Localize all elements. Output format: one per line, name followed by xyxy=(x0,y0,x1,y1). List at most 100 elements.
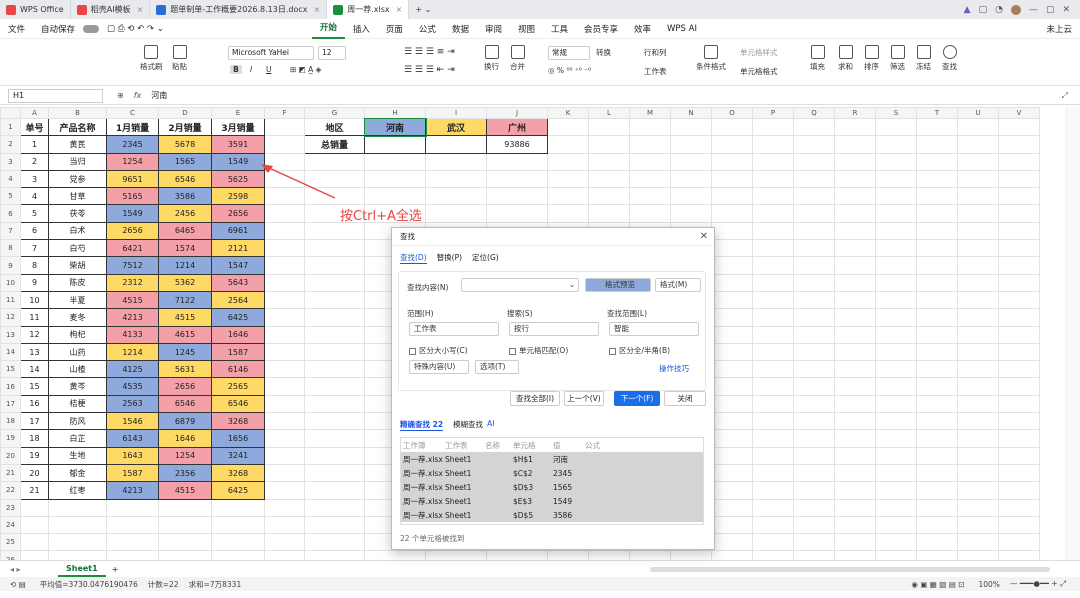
cell[interactable]: 6425 xyxy=(211,308,265,327)
row-header[interactable]: 25 xyxy=(0,533,21,552)
formula-input[interactable]: 河南 xyxy=(151,90,167,101)
cell[interactable]: 6546 xyxy=(158,394,212,414)
cell[interactable] xyxy=(793,204,835,223)
cell[interactable] xyxy=(793,221,835,241)
cell[interactable]: 15 xyxy=(20,377,49,396)
cell[interactable]: 黄芪 xyxy=(48,135,107,154)
special-content-button[interactable]: 特殊内容(U) xyxy=(409,360,469,374)
row-header[interactable]: 12 xyxy=(0,308,21,327)
cell[interactable]: 1254 xyxy=(158,446,212,465)
cell[interactable] xyxy=(957,463,999,483)
cell[interactable]: 郁金 xyxy=(48,463,107,483)
cell[interactable] xyxy=(48,533,107,552)
cell[interactable] xyxy=(752,187,794,206)
tab-xlsx[interactable]: 周一荐.xlsx × xyxy=(327,0,410,19)
column-header[interactable]: M xyxy=(629,107,671,119)
cell[interactable] xyxy=(957,533,999,552)
cell-style-button[interactable]: 单元格样式 xyxy=(740,47,778,58)
cell[interactable] xyxy=(752,429,794,448)
cell[interactable]: 1587 xyxy=(211,342,265,362)
row-header[interactable]: 3 xyxy=(0,152,21,171)
cell[interactable] xyxy=(752,412,794,431)
italic-button[interactable]: I xyxy=(250,65,252,74)
cell[interactable] xyxy=(875,152,917,171)
tab-goto[interactable]: 定位(G) xyxy=(472,252,499,264)
file-menu[interactable]: 文件 xyxy=(0,23,33,35)
cell[interactable] xyxy=(916,446,958,465)
cell[interactable] xyxy=(916,481,958,500)
menu-review[interactable]: 审阅 xyxy=(477,23,510,35)
cell[interactable]: 地区 xyxy=(304,117,365,137)
tab-template[interactable]: 稻壳AI模板 × xyxy=(71,0,151,19)
menu-member[interactable]: 会员专享 xyxy=(576,23,626,35)
cell[interactable] xyxy=(957,204,999,223)
cell[interactable]: 3月销量 xyxy=(211,117,265,137)
column-header[interactable]: I xyxy=(425,107,487,119)
cell[interactable]: 2565 xyxy=(211,377,265,396)
cell[interactable] xyxy=(670,550,712,560)
cell[interactable] xyxy=(834,533,876,552)
cell[interactable]: 1月销量 xyxy=(106,117,159,137)
row-header[interactable]: 19 xyxy=(0,429,21,448)
cell[interactable] xyxy=(957,273,999,292)
freeze-button[interactable]: 冻结 xyxy=(916,45,931,72)
new-tab-button[interactable]: + ⌄ xyxy=(409,0,437,19)
cell[interactable]: 12 xyxy=(20,325,49,344)
cell[interactable] xyxy=(834,515,876,535)
cell[interactable] xyxy=(364,169,426,189)
cell[interactable]: 2356 xyxy=(158,463,212,483)
cell[interactable]: 桔梗 xyxy=(48,394,107,414)
cell[interactable]: 总销量 xyxy=(304,135,365,154)
cell[interactable] xyxy=(875,187,917,206)
cell[interactable] xyxy=(670,187,712,206)
cell[interactable] xyxy=(752,498,794,517)
paste-button[interactable]: 粘贴 xyxy=(172,45,187,72)
cell[interactable] xyxy=(588,117,630,137)
cell[interactable] xyxy=(998,446,1040,465)
cell[interactable] xyxy=(364,550,426,560)
cell[interactable] xyxy=(264,533,305,552)
cell[interactable] xyxy=(875,256,917,275)
cell[interactable] xyxy=(834,135,876,154)
cell[interactable] xyxy=(834,290,876,310)
cell[interactable]: 5643 xyxy=(211,273,265,292)
cell[interactable]: 14 xyxy=(20,360,49,379)
cell[interactable] xyxy=(875,308,917,327)
cell[interactable] xyxy=(957,377,999,396)
row-header[interactable]: 9 xyxy=(0,256,21,275)
cell[interactable] xyxy=(834,550,876,560)
options-button[interactable]: 选项(T) xyxy=(475,360,519,374)
fill-button[interactable]: 填充 xyxy=(810,45,825,72)
cell[interactable]: 4213 xyxy=(106,481,159,500)
row-header[interactable]: 21 xyxy=(0,463,21,483)
cell[interactable] xyxy=(916,325,958,344)
cell[interactable] xyxy=(957,498,999,517)
cell[interactable] xyxy=(48,550,107,560)
cell[interactable] xyxy=(486,550,548,560)
cell[interactable] xyxy=(793,256,835,275)
cell[interactable] xyxy=(304,273,365,292)
name-box[interactable]: H1 xyxy=(8,88,103,103)
cell[interactable] xyxy=(957,550,999,560)
cell[interactable] xyxy=(264,221,305,241)
cell[interactable] xyxy=(264,550,305,560)
cell[interactable] xyxy=(264,308,305,327)
cell[interactable]: 生地 xyxy=(48,446,107,465)
cell[interactable] xyxy=(711,308,753,327)
cell[interactable] xyxy=(711,152,753,171)
cell[interactable] xyxy=(957,481,999,500)
cell[interactable] xyxy=(998,135,1040,154)
cell[interactable] xyxy=(957,308,999,327)
cell[interactable]: 1574 xyxy=(158,239,212,258)
border-icon[interactable]: ⊞ ◩ A̲ ◈ xyxy=(290,65,321,74)
cell[interactable]: 7122 xyxy=(158,290,212,310)
cell[interactable]: 7 xyxy=(20,239,49,258)
cell[interactable]: 2564 xyxy=(211,290,265,310)
cell[interactable] xyxy=(793,308,835,327)
cell[interactable] xyxy=(875,325,917,344)
sheet-tab-sheet1[interactable]: Sheet1 xyxy=(58,561,106,577)
cell[interactable] xyxy=(752,152,794,171)
row-header[interactable]: 20 xyxy=(0,446,21,465)
cell[interactable] xyxy=(834,239,876,258)
cell[interactable] xyxy=(998,394,1040,414)
